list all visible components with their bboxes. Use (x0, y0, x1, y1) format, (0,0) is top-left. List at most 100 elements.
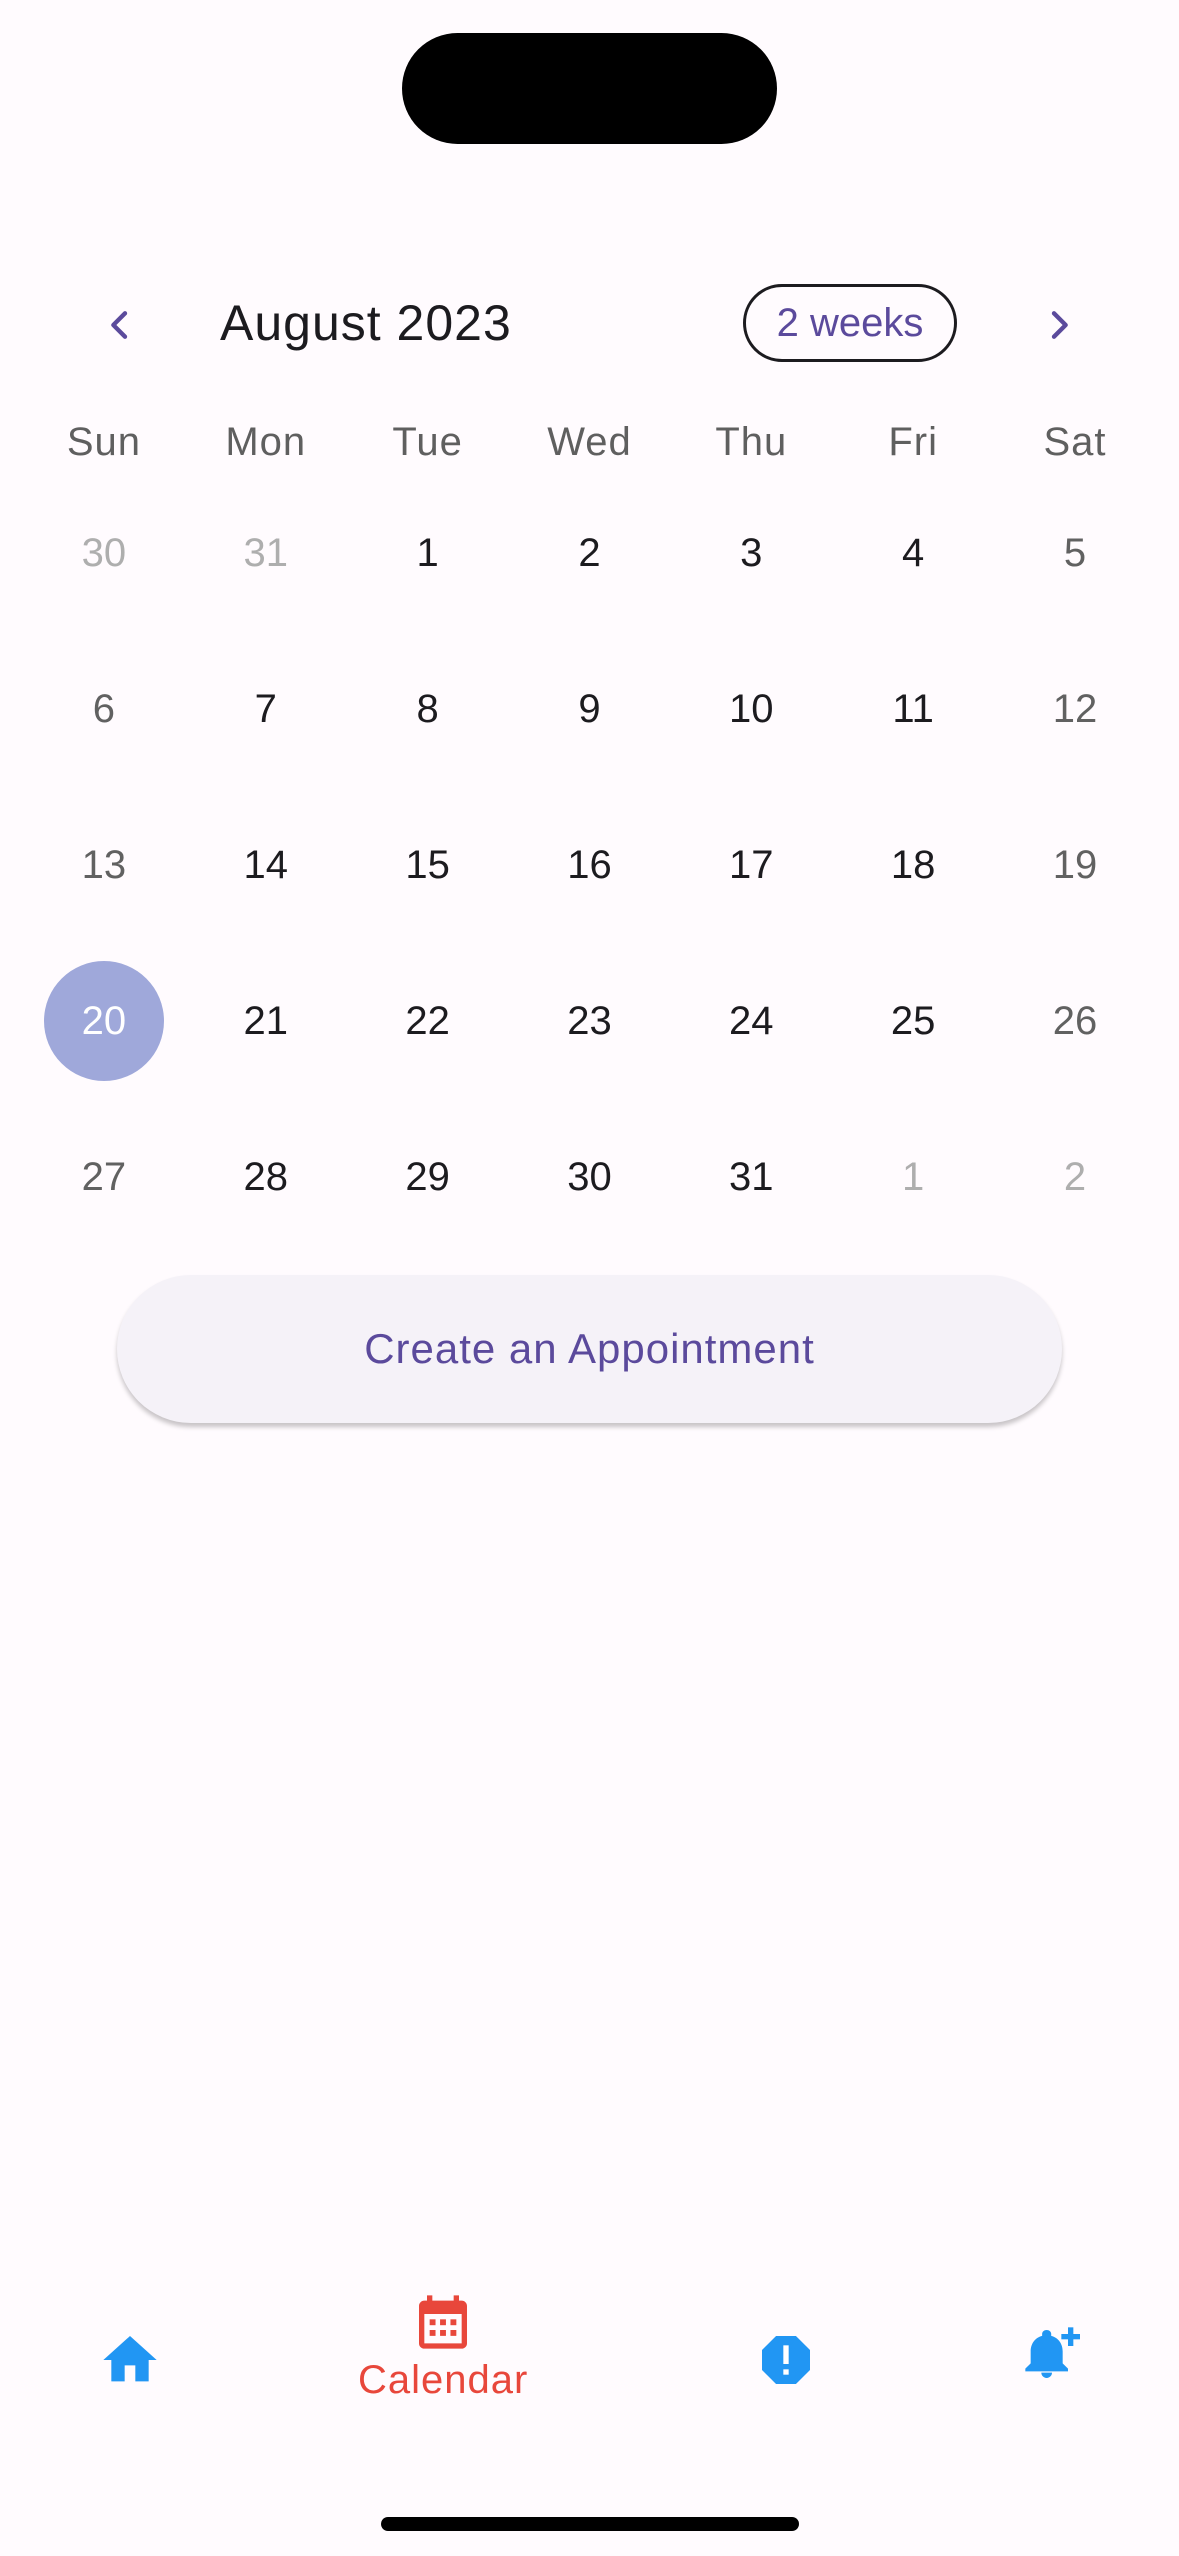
day-number: 23 (567, 998, 612, 1043)
day-number: 6 (92, 686, 116, 731)
day-number: 1 (902, 1154, 925, 1199)
previous-month-button[interactable] (85, 290, 155, 360)
calendar-header: August 2023 2 weeks (0, 270, 1179, 380)
chevron-left-icon (111, 311, 128, 339)
weekday-label: Wed (547, 420, 632, 464)
day-number: 30 (567, 1154, 612, 1199)
month-title: August 2023 (220, 295, 512, 351)
nav-add-reminder[interactable] (1020, 2322, 1084, 2386)
selected-day[interactable]: 20 (23, 958, 185, 1084)
day-number: 18 (890, 842, 936, 887)
calendar-day[interactable]: 23 (509, 958, 671, 1084)
day-number: 22 (405, 998, 450, 1043)
create-appointment-button[interactable]: Create an Appointment (117, 1275, 1062, 1423)
nav-calendar[interactable]: Calendar (358, 2290, 528, 2403)
calendar-day[interactable]: 11 (832, 646, 994, 772)
day-number: 5 (1063, 530, 1087, 575)
calendar-day[interactable]: 18 (832, 802, 994, 928)
calendar-day[interactable]: 26 (994, 958, 1156, 1084)
weekday-label: Fri (888, 420, 938, 464)
day-number: 12 (1052, 686, 1098, 731)
calendar-day[interactable]: 12 (994, 646, 1156, 772)
calendar-day[interactable]: 17 (670, 802, 832, 928)
day-number: 30 (81, 530, 127, 575)
chevron-right-icon (1051, 311, 1068, 339)
day-number: 19 (1052, 842, 1098, 887)
day-number: 27 (81, 1154, 127, 1199)
day-number: 29 (405, 1154, 450, 1199)
day-number: 20 (81, 998, 127, 1043)
calendar-day[interactable]: 3 (670, 490, 832, 616)
day-number: 21 (243, 998, 289, 1043)
calendar-day[interactable]: 7 (185, 646, 347, 772)
weekday-header: Sun Mon Tue Wed Thu Fri Sat (23, 420, 1156, 480)
nav-home[interactable] (98, 2328, 162, 2392)
day-number: 9 (578, 686, 601, 731)
day-number: 4 (902, 530, 925, 575)
calendar-day[interactable]: 28 (185, 1114, 347, 1240)
calendar-day[interactable]: 31 (185, 490, 347, 616)
bell-plus-icon (1025, 2327, 1080, 2378)
day-number: 10 (729, 686, 774, 731)
calendar-day[interactable]: 30 (509, 1114, 671, 1240)
calendar-day[interactable]: 30 (23, 490, 185, 616)
day-number: 7 (254, 686, 277, 731)
calendar-week: 30 31 1 2 3 4 5 (23, 490, 1156, 646)
weekday-label: Thu (715, 420, 788, 464)
day-number: 26 (1052, 998, 1098, 1043)
calendar-day[interactable]: 2 (994, 1114, 1156, 1240)
calendar-day[interactable]: 8 (347, 646, 509, 772)
calendar-day[interactable]: 2 (509, 490, 671, 616)
weekday-label: Tue (392, 420, 463, 464)
alert-octagon-icon (762, 2336, 810, 2384)
day-number: 25 (890, 998, 936, 1043)
calendar-day[interactable]: 9 (509, 646, 671, 772)
day-number: 17 (729, 842, 774, 887)
calendar-day[interactable]: 6 (23, 646, 185, 772)
calendar-day[interactable]: 15 (347, 802, 509, 928)
day-number: 31 (729, 1154, 774, 1199)
home-icon (103, 2336, 157, 2382)
calendar-day[interactable]: 14 (185, 802, 347, 928)
calendar-day[interactable]: 25 (832, 958, 994, 1084)
format-toggle-button[interactable]: 2 weeks (743, 284, 957, 362)
calendar-day[interactable]: 19 (994, 802, 1156, 928)
day-number: 3 (740, 530, 763, 575)
calendar-day[interactable]: 16 (509, 802, 671, 928)
day-number: 24 (729, 998, 774, 1043)
calendar-week: 27 28 29 30 31 1 2 (23, 1114, 1156, 1270)
day-number: 1 (416, 530, 439, 575)
calendar-day[interactable]: 22 (347, 958, 509, 1084)
day-number: 31 (243, 530, 289, 575)
calendar-grid: 30 31 1 2 3 4 5 6 7 8 9 10 11 12 13 14 1… (23, 490, 1156, 1270)
calendar-icon (419, 2295, 468, 2349)
calendar-day[interactable]: 1 (347, 490, 509, 616)
calendar-day[interactable]: 24 (670, 958, 832, 1084)
day-number: 11 (892, 686, 934, 731)
calendar-day[interactable]: 5 (994, 490, 1156, 616)
calendar-day[interactable]: 1 (832, 1114, 994, 1240)
calendar-day[interactable]: 10 (670, 646, 832, 772)
nav-alerts[interactable] (754, 2328, 818, 2392)
calendar-week: 6 7 8 9 10 11 12 (23, 646, 1156, 802)
calendar-day[interactable]: 4 (832, 490, 994, 616)
day-number: 8 (416, 686, 439, 731)
calendar-week: 20 21 22 23 24 25 26 (23, 958, 1156, 1114)
calendar-day[interactable]: 13 (23, 802, 185, 928)
weekday-label: Mon (225, 420, 307, 464)
nav-calendar-label: Calendar (358, 2358, 529, 2402)
day-number: 16 (567, 842, 612, 887)
weekday-label: Sat (1043, 420, 1107, 464)
day-number: 28 (243, 1154, 289, 1199)
calendar-day[interactable]: 29 (347, 1114, 509, 1240)
calendar-day[interactable]: 31 (670, 1114, 832, 1240)
next-month-button[interactable] (1024, 290, 1094, 360)
day-number: 2 (1063, 1154, 1087, 1199)
calendar-day[interactable]: 21 (185, 958, 347, 1084)
day-number: 14 (243, 842, 289, 887)
calendar-day[interactable]: 27 (23, 1114, 185, 1240)
weekday-label: Sun (66, 420, 141, 464)
bottom-navigation: Calendar (0, 2290, 1179, 2470)
dynamic-island (402, 33, 777, 144)
home-indicator (381, 2517, 799, 2531)
